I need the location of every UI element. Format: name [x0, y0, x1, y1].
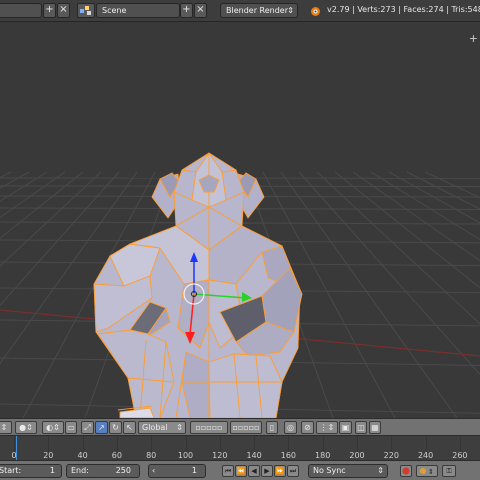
start-frame-label: Start: [0, 466, 22, 475]
snap-element-dropdown[interactable]: ⋮⇕ [316, 421, 338, 434]
rotate-manipulator-icon[interactable]: ↻ [109, 421, 122, 434]
render-preview-icon[interactable]: ▣ [339, 421, 352, 434]
ruler-label: 100 [177, 451, 194, 460]
jump-to-end-button[interactable]: ⏭ [287, 465, 299, 477]
3d-view-header: ⇕ ●⇕ ◐⇕ ▭ ⤢ ↗ ↻ ↖ Global ⇕ ▫▫▫▫▫ ▫▫▫▫▫ ▯… [0, 418, 480, 436]
add-layout-button[interactable]: + [43, 3, 56, 18]
viewport-shading-dropdown[interactable]: ●⇕ [15, 421, 37, 434]
scale-manipulator-icon[interactable]: ↖ [123, 421, 136, 434]
transform-orientation-dropdown[interactable]: Global ⇕ [138, 421, 186, 434]
jump-to-start-button[interactable]: ⏮ [222, 465, 234, 477]
add-scene-button[interactable]: + [180, 3, 193, 18]
manipulate-center-points-button[interactable]: ▭ [65, 421, 77, 434]
render-engine-label: Blender Render [226, 6, 289, 15]
sync-mode-label: No Sync [313, 466, 346, 475]
current-frame-value: 1 [191, 466, 197, 475]
end-frame-value: 250 [115, 466, 131, 475]
translate-manipulator-icon[interactable]: ↗ [95, 421, 108, 434]
timeline-header: Start: 1 End: 250 ‹ 1 ⏮ ⏪ ◀ ▶ ⏩ ⏭ No Syn… [0, 460, 480, 480]
keying-set-dropdown[interactable]: ⇕ [416, 465, 438, 477]
snap-toggle-icon[interactable]: ⊘ [301, 421, 314, 434]
ruler-label: 200 [349, 451, 365, 460]
ruler-label: 80 [146, 451, 157, 460]
ruler-label: 240 [417, 451, 434, 460]
current-frame-marker[interactable] [15, 436, 17, 460]
grid-line [0, 171, 48, 202]
end-frame-field[interactable]: End: 250 [66, 464, 140, 478]
end-frame-label: End: [71, 466, 89, 475]
ruler-label: 140 [246, 451, 262, 460]
manipulator-toggle-icon[interactable]: ⤢ [81, 421, 94, 434]
pivot-point-dropdown[interactable]: ◐⇕ [42, 421, 64, 434]
layer-buttons-group-1[interactable]: ▫▫▫▫▫ [190, 421, 228, 434]
timeline-area[interactable]: 0 20 40 60 80 100 120 140 160 180 200 220 240 260 [0, 436, 480, 460]
proportional-editing-icon[interactable]: ◎ [284, 421, 297, 434]
decrement-arrow-icon: ‹ [152, 466, 156, 475]
ruler-label: 160 [280, 451, 297, 460]
scene-statistics: v2.79 | Verts:273 | Faces:274 | Tris:548… [327, 5, 480, 14]
ruler-label: 260 [452, 451, 468, 460]
start-frame-field[interactable]: Start: 1 [0, 464, 62, 478]
start-frame-value: 1 [49, 466, 55, 475]
record-keyframe-button[interactable] [400, 465, 412, 477]
play-button[interactable]: ▶ [261, 465, 273, 477]
remove-scene-button[interactable]: × [194, 3, 207, 18]
layer-buttons-group-2[interactable]: ▫▫▫▫▫ [230, 421, 262, 434]
insert-keyframe-icon[interactable]: ⚿ [442, 465, 456, 477]
current-frame-field[interactable]: ‹ 1 [148, 464, 206, 478]
orientation-label: Global [142, 423, 168, 432]
blender-logo-icon [311, 7, 320, 16]
bear-mesh[interactable] [93, 152, 303, 418]
viewport-corner-widget[interactable]: + [469, 32, 478, 45]
dropdown-arrows-icon: ⇕ [176, 423, 183, 432]
jump-to-keyframe-forward-button[interactable]: ⏩ [274, 465, 286, 477]
grid-line [0, 171, 66, 219]
ruler-label: 40 [77, 451, 88, 460]
opengl-render-image-icon[interactable]: ◫ [355, 421, 367, 434]
lock-layers-icon[interactable]: ▯ [266, 421, 278, 434]
opengl-render-animation-icon[interactable]: ▦ [369, 421, 381, 434]
grid-line [0, 171, 30, 189]
scene-selector[interactable]: Scene [96, 3, 180, 18]
dropdown-arrows-icon: ⇕ [287, 6, 294, 15]
layout-selector[interactable] [0, 3, 42, 18]
3d-viewport[interactable]: + [0, 22, 480, 418]
svg-text:⇕: ⇕ [428, 468, 434, 476]
ruler-label: 180 [315, 451, 331, 460]
dropdown-arrows-icon: ⇕ [377, 466, 384, 475]
ruler-label: 120 [212, 451, 228, 460]
sync-mode-dropdown[interactable]: No Sync ⇕ [308, 464, 388, 478]
jump-to-keyframe-back-button[interactable]: ⏪ [235, 465, 247, 477]
ruler-label: 60 [111, 451, 122, 460]
info-header: + × Scene + × Blender Render ⇕ v2.79 | V… [0, 0, 480, 22]
scene-icon[interactable] [77, 3, 95, 18]
ruler-label: 20 [43, 451, 54, 460]
ruler-label: 220 [383, 451, 399, 460]
play-reverse-button[interactable]: ◀ [248, 465, 260, 477]
render-engine-dropdown[interactable]: Blender Render ⇕ [220, 3, 298, 18]
mode-dropdown[interactable]: ⇕ [0, 421, 12, 434]
remove-layout-button[interactable]: × [57, 3, 70, 18]
